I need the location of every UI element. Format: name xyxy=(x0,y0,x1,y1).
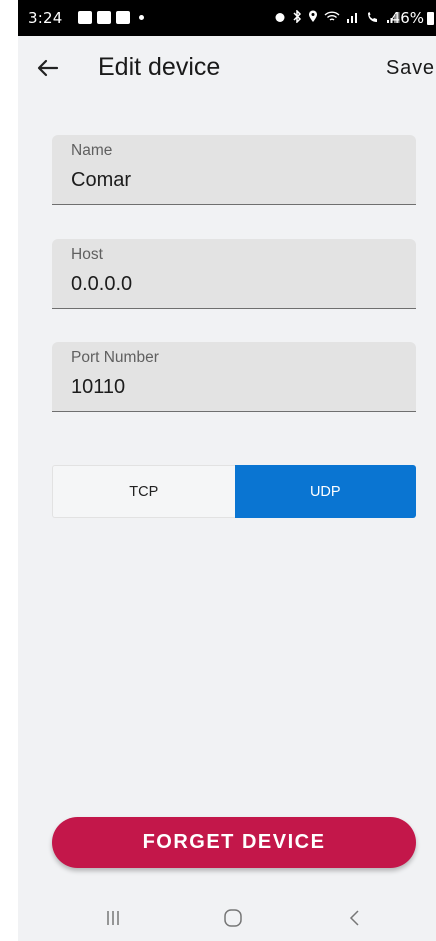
home-button[interactable] xyxy=(218,903,248,933)
app-bar: Edit device Save xyxy=(18,36,436,100)
arrow-left-icon xyxy=(37,59,59,77)
battery-percentage: 46% xyxy=(390,9,424,27)
port-field[interactable]: Port Number xyxy=(52,342,416,412)
name-field[interactable]: Name xyxy=(52,135,416,205)
system-back-button[interactable] xyxy=(340,903,370,933)
home-icon xyxy=(224,909,242,927)
host-input[interactable] xyxy=(71,271,391,297)
status-time: 3:24 xyxy=(28,9,63,27)
forget-device-button[interactable]: FORGET DEVICE xyxy=(52,817,416,868)
video-notification-icon xyxy=(116,11,130,24)
recents-icon xyxy=(107,911,119,925)
save-button[interactable]: Save xyxy=(386,57,435,80)
recents-button[interactable] xyxy=(98,903,128,933)
back-icon xyxy=(349,910,359,926)
signal-icon xyxy=(347,12,357,23)
bluetooth-icon xyxy=(293,10,302,23)
page-title: Edit device xyxy=(98,53,221,81)
alarm-icon xyxy=(275,12,285,22)
host-field[interactable]: Host xyxy=(52,239,416,309)
name-field-label: Name xyxy=(71,142,113,159)
host-field-label: Host xyxy=(71,246,103,263)
port-input[interactable] xyxy=(71,374,391,400)
status-notification-icons xyxy=(78,11,144,24)
wifi-calling-icon xyxy=(368,11,377,22)
status-system-icons xyxy=(274,10,400,23)
app-notification-icon xyxy=(97,11,111,24)
protocol-option-udp[interactable]: UDP xyxy=(234,465,416,518)
port-field-label: Port Number xyxy=(71,349,159,366)
gallery-notification-icon xyxy=(78,11,92,24)
back-button[interactable] xyxy=(32,52,64,84)
protocol-option-tcp[interactable]: TCP xyxy=(52,465,235,518)
battery-icon xyxy=(427,12,434,25)
app-screen: 3:24 46% Edit device Save Name Comar Hos… xyxy=(18,0,436,941)
status-bar: 3:24 46% xyxy=(18,0,436,36)
protocol-selector: TCP UDP xyxy=(52,465,416,518)
system-nav-bar xyxy=(18,893,436,941)
more-notifications-icon xyxy=(139,15,144,20)
location-icon xyxy=(309,10,317,22)
wifi-icon xyxy=(324,10,340,21)
name-input[interactable] xyxy=(71,167,391,193)
